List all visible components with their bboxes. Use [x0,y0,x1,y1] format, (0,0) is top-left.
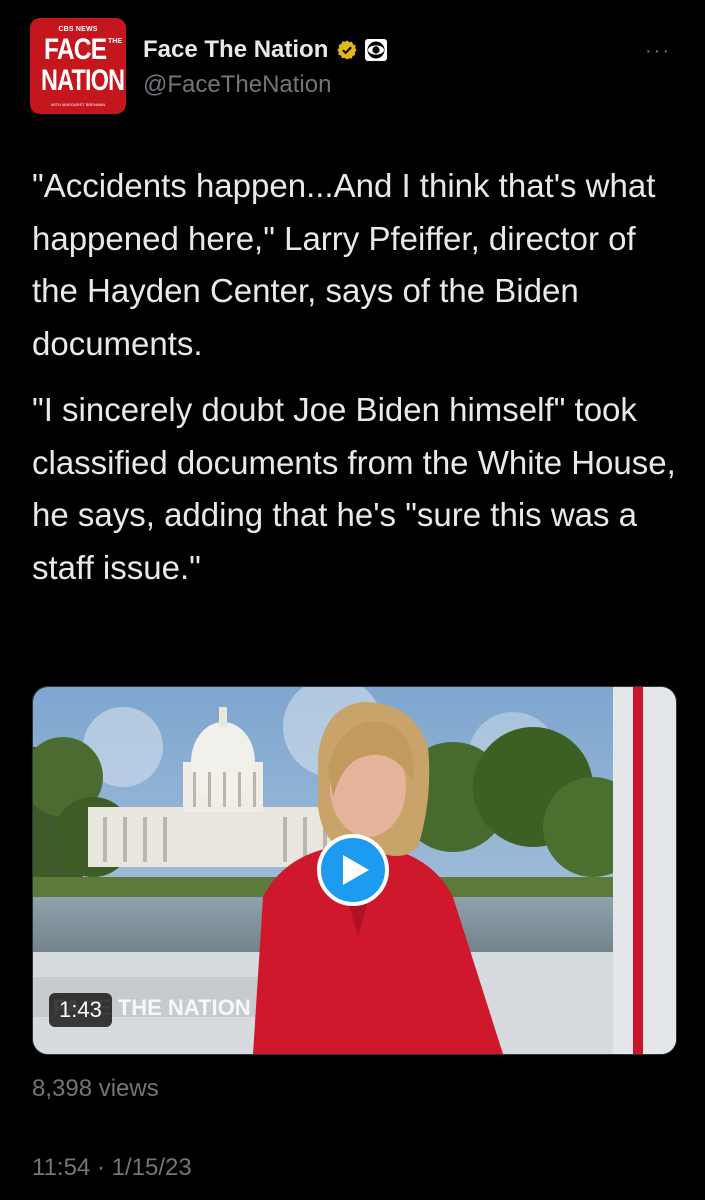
play-button[interactable] [317,834,389,906]
verified-badge-icon[interactable] [336,39,358,61]
avatar-with-text: WITH MARGARET BRENNAN [50,102,106,107]
avatar-the-text: THE [108,38,122,45]
video-player[interactable]: FACE THE NATION 1:43 [32,686,677,1055]
name-row: Face The Nation [143,36,388,64]
tweet-timestamp[interactable]: 11:54 · 1/15/23 [32,1154,192,1182]
tweet-paragraph: "I sincerely doubt Joe Biden himself" to… [32,391,676,586]
avatar-face-text: FACE [44,33,107,66]
more-options-icon[interactable]: ··· [645,40,671,63]
tweet-header: CBS NEWS FACE THE NATION WITH MARGARET B… [30,18,685,118]
avatar[interactable]: CBS NEWS FACE THE NATION WITH MARGARET B… [30,18,126,114]
tweet-paragraph: "Accidents happen...And I think that's w… [32,167,656,362]
view-count: 8,398 views [32,1075,159,1102]
play-icon [343,855,369,885]
handle[interactable]: @FaceTheNation [143,71,331,99]
avatar-network-text: CBS NEWS [58,26,98,33]
video-duration: 1:43 [49,993,112,1027]
display-name[interactable]: Face The Nation [143,36,328,64]
avatar-nation-text: NATION [41,64,125,97]
cbs-eye-icon[interactable] [364,38,388,62]
tweet-text: "Accidents happen...And I think that's w… [32,160,682,608]
